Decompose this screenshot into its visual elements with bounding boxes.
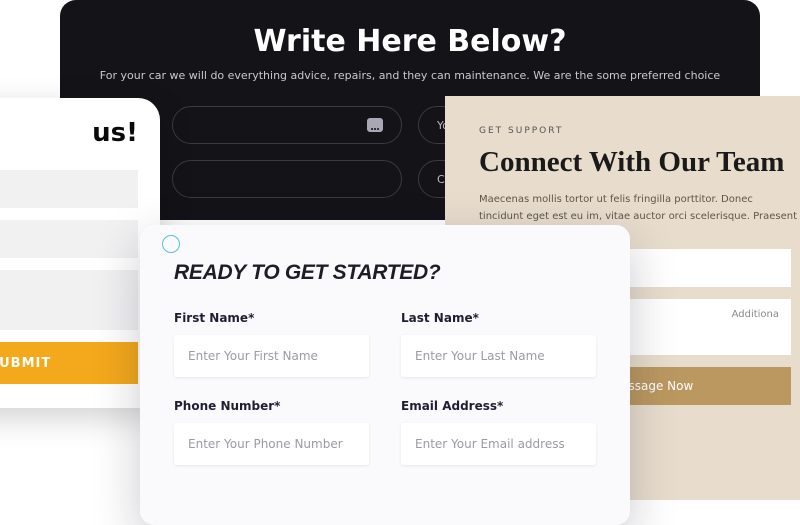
first-name-label: First Name* [174, 311, 369, 325]
card1-input-empty[interactable] [172, 160, 402, 198]
card1-title: Write Here Below? [80, 24, 740, 59]
email-placeholder: Enter Your Email address [415, 437, 565, 451]
get-started-card: Ready to Get Started? First Name* Enter … [140, 225, 630, 525]
message-input[interactable]: MESSAGE [0, 270, 138, 330]
simple-contact-card: us! NAME MAIL MESSAGE SUBMIT [0, 98, 160, 408]
mail-input[interactable]: MAIL [0, 220, 138, 258]
phone-placeholder: Enter Your Phone Number [188, 437, 343, 451]
card1-subtitle: For your car we will do everything advic… [80, 69, 740, 82]
card4-title: Ready to Get Started? [174, 261, 596, 285]
first-name-input[interactable]: Enter Your First Name [174, 335, 369, 377]
first-name-group: First Name* Enter Your First Name [174, 311, 369, 377]
card2-title: us! [0, 118, 138, 148]
last-name-label: Last Name* [401, 311, 596, 325]
keyboard-icon [367, 118, 383, 132]
phone-input[interactable]: Enter Your Phone Number [174, 423, 369, 465]
card4-form-grid: First Name* Enter Your First Name Last N… [174, 311, 596, 465]
last-name-placeholder: Enter Your Last Name [415, 349, 545, 363]
card1-input-keyboard[interactable] [172, 106, 402, 144]
first-name-placeholder: Enter Your First Name [188, 349, 318, 363]
card3-title: Connect With Our Team [479, 146, 800, 179]
last-name-group: Last Name* Enter Your Last Name [401, 311, 596, 377]
close-button[interactable] [162, 235, 180, 253]
submit-label: SUBMIT [0, 356, 51, 371]
email-label: Email Address* [401, 399, 596, 413]
card3-text: Maecenas mollis tortor ut felis fringill… [479, 191, 800, 225]
phone-label: Phone Number* [174, 399, 369, 413]
submit-button[interactable]: SUBMIT [0, 342, 138, 384]
card3-eyebrow: GET SUPPORT [479, 126, 800, 136]
notes-placeholder: Additiona [732, 309, 779, 320]
phone-group: Phone Number* Enter Your Phone Number [174, 399, 369, 465]
last-name-input[interactable]: Enter Your Last Name [401, 335, 596, 377]
email-input[interactable]: Enter Your Email address [401, 423, 596, 465]
name-input[interactable]: NAME [0, 170, 138, 208]
email-group: Email Address* Enter Your Email address [401, 399, 596, 465]
